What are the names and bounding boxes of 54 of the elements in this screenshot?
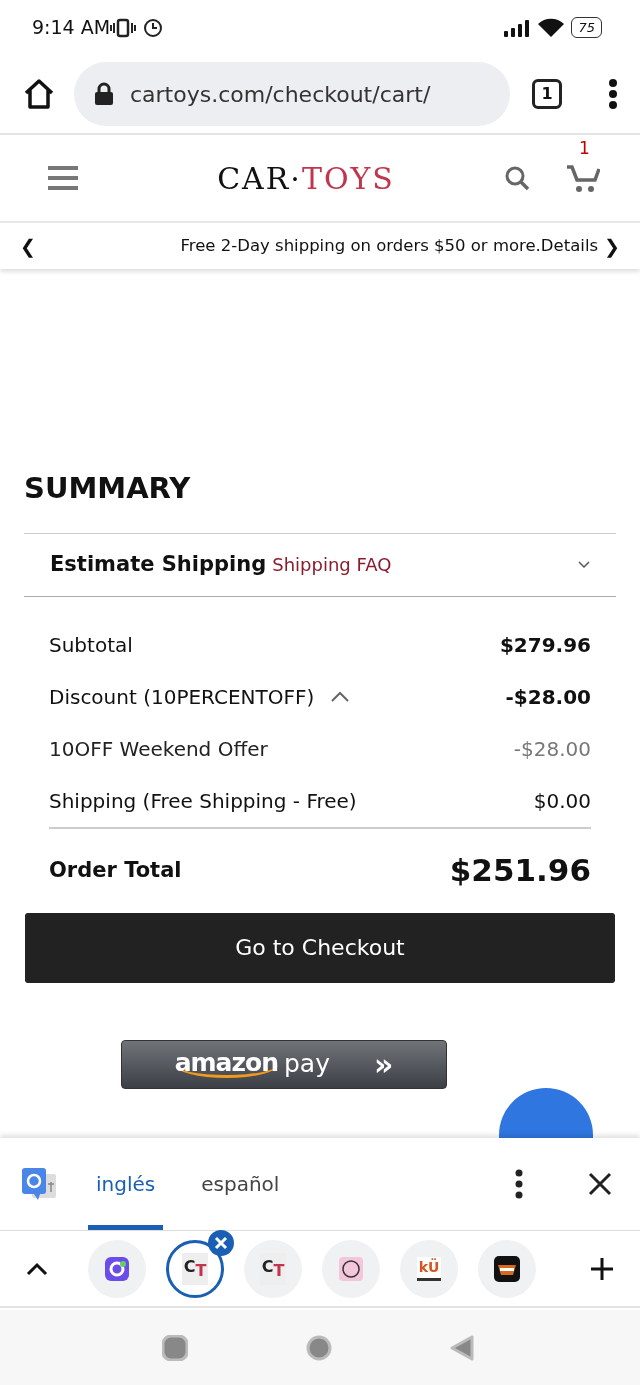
summary-label: Discount (10PERCENTOFF) [49, 683, 315, 711]
lock-icon [94, 82, 114, 106]
summary-label: Shipping (Free Shipping - Free) [49, 787, 357, 815]
estimate-shipping-toggle[interactable]: Estimate Shipping Shipping FAQ [24, 532, 616, 597]
amazon-pay-button[interactable]: amazon pay » [121, 1039, 447, 1089]
more-icon[interactable] [608, 79, 618, 109]
checkout-button[interactable]: Go to Checkout [25, 912, 615, 983]
shipping-faq-link[interactable]: Shipping FAQ [272, 551, 392, 578]
home-icon[interactable] [22, 77, 56, 111]
alarm-icon [142, 16, 165, 39]
tab-count-button[interactable]: 1 [532, 79, 562, 109]
new-tab-icon[interactable] [590, 1256, 614, 1281]
summary-value: -$28.00 [513, 735, 591, 763]
cart-count: 1 [579, 137, 590, 160]
previous-arrow[interactable]: ❮ [20, 231, 36, 261]
menu-icon[interactable] [48, 165, 78, 191]
tab-favicon[interactable]: CT [244, 1239, 302, 1298]
next-arrow[interactable]: ❯ [604, 231, 620, 261]
recents-icon[interactable] [162, 1334, 188, 1361]
app-icon [105, 1256, 129, 1281]
vibrate-icon [110, 16, 137, 39]
tab-favicon[interactable]: CT [166, 1239, 224, 1298]
caret-icon[interactable] [330, 690, 351, 703]
order-total-label: Order Total [49, 856, 182, 884]
signal-icon [503, 17, 532, 38]
site-logo: CT [181, 1252, 209, 1285]
url-text: cartoys.com/checkout/cart/ [130, 80, 431, 109]
site-logo: kÜ [416, 1256, 442, 1281]
order-total-value: $251.96 [449, 851, 591, 891]
home-nav-icon[interactable] [306, 1334, 332, 1361]
translate-icon [20, 1166, 58, 1202]
collapse-icon[interactable] [26, 1261, 48, 1276]
language-tab[interactable]: español [193, 1138, 288, 1230]
site-logo: CT [259, 1252, 287, 1285]
summary-title: SUMMARY [24, 470, 192, 507]
estimate-shipping-label: Estimate Shipping [50, 550, 267, 578]
summary-value: $279.96 [499, 631, 591, 659]
address-bar[interactable]: cartoys.com/checkout/cart/ [74, 62, 510, 126]
status-time: 9:14 AM [32, 15, 111, 41]
tab-favicon[interactable]: kÜ [400, 1239, 458, 1298]
search-icon[interactable] [504, 165, 530, 191]
close-tab-icon[interactable] [208, 1229, 234, 1256]
battery-icon: 75 [571, 16, 602, 39]
close-icon[interactable] [588, 1172, 612, 1196]
logo[interactable]: CAR·TOYS [78, 155, 504, 201]
summary-value: -$28.00 [505, 683, 591, 711]
language-tab[interactable]: inglés [88, 1138, 164, 1230]
discount-detail-label: 10OFF Weekend Offer [49, 735, 268, 763]
more-icon[interactable] [514, 1169, 524, 1199]
wifi-icon [537, 16, 566, 39]
summary-value: $0.00 [533, 787, 591, 815]
shipping-banner-text[interactable]: Free 2-Day shipping on orders $50 or more.Details [180, 233, 599, 259]
cart-icon[interactable] [566, 164, 600, 192]
summary-label: Subtotal [49, 631, 133, 659]
